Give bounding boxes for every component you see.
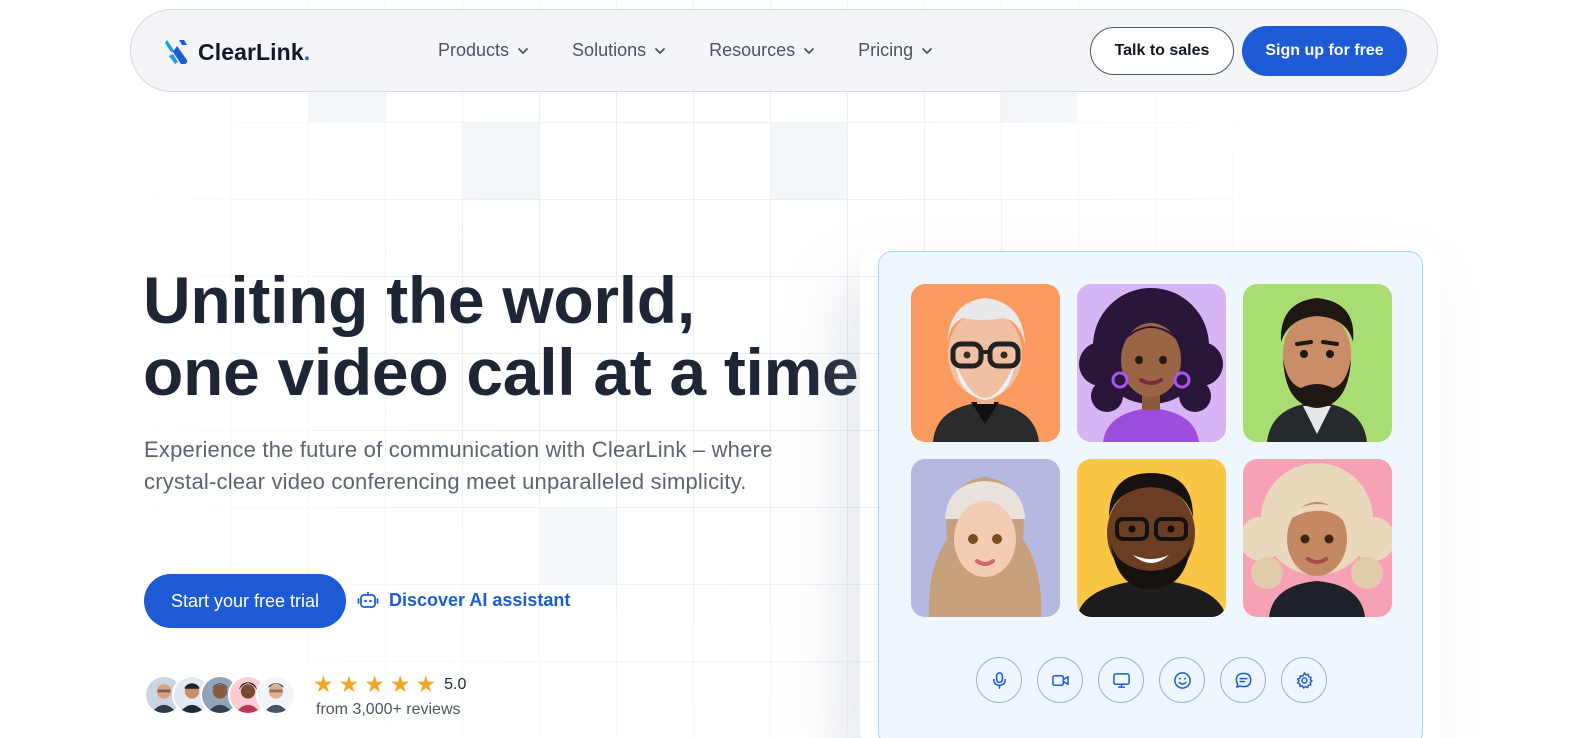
video-camera-icon	[1051, 674, 1069, 686]
participant-avatar	[1243, 284, 1392, 442]
menu-label: Resources	[709, 40, 796, 60]
emoji-icon	[1173, 671, 1191, 689]
reviewer-avatars	[144, 675, 296, 715]
menu-solutions[interactable]: Solutions	[572, 40, 666, 61]
clearlink-logo-icon	[165, 40, 188, 64]
hero-description: Experience the future of communication w…	[144, 437, 773, 494]
sign-up-button[interactable]: Sign up for free	[1242, 26, 1407, 76]
participant-avatar	[1243, 459, 1392, 617]
emoji-button[interactable]	[1159, 657, 1205, 703]
avatar	[256, 675, 296, 715]
star-icon: ★	[389, 671, 411, 697]
rating-value: 5.0	[444, 675, 467, 693]
menu-products[interactable]: Products	[438, 40, 529, 61]
microphone-icon	[992, 671, 1006, 689]
menu-resources[interactable]: Resources	[709, 40, 815, 61]
participant-tile[interactable]	[911, 459, 1060, 617]
brand-dot: .	[303, 38, 311, 65]
brand-logo[interactable]: ClearLink.	[163, 38, 310, 66]
talk-to-sales-button[interactable]: Talk to sales	[1090, 27, 1234, 75]
participant-tile[interactable]	[1243, 284, 1392, 442]
star-icon: ★	[313, 671, 334, 697]
star-icon: ★	[364, 671, 385, 697]
settings-icon	[1296, 671, 1313, 689]
ai-link-label: Discover AI assistant	[389, 589, 571, 610]
star-icon: ★	[415, 671, 437, 697]
participant-tile[interactable]	[1243, 459, 1392, 617]
grid-tile	[539, 507, 616, 584]
chevron-down-icon	[922, 47, 933, 54]
main-menu: Products Solutions Resources Pricing	[438, 40, 976, 61]
menu-label: Solutions	[572, 40, 647, 60]
hero-title-line-2: one video call at a time	[143, 335, 859, 409]
chevron-down-icon	[655, 47, 666, 54]
video-call-card	[878, 251, 1423, 738]
microphone-button[interactable]	[976, 657, 1022, 703]
hero-title-line-1: Uniting the world,	[143, 263, 695, 337]
settings-button[interactable]	[1281, 657, 1327, 703]
video-camera-button[interactable]	[1037, 657, 1083, 703]
chevron-down-icon	[518, 47, 528, 54]
chevron-down-icon	[804, 47, 815, 54]
discover-ai-assistant-link[interactable]: Discover AI assistant	[357, 589, 570, 611]
participant-tile[interactable]	[1077, 284, 1226, 442]
star-icon: ★	[338, 671, 360, 697]
menu-label: Products	[438, 40, 510, 60]
star-rating: ★ ★ ★ ★ ★ 5.0	[313, 673, 466, 696]
reviews-count: from 3,000+ reviews	[316, 701, 461, 718]
robot-icon	[357, 592, 379, 608]
menu-label: Pricing	[858, 40, 914, 60]
screen-share-button[interactable]	[1098, 657, 1144, 703]
hero-title: Uniting the world, one video call at a t…	[143, 263, 859, 409]
grid-tile	[770, 122, 847, 199]
top-navigation: ClearLink. Products Solutions Resources …	[130, 9, 1438, 92]
start-free-trial-button[interactable]: Start your free trial	[144, 574, 346, 628]
participant-avatar	[911, 284, 1060, 442]
chat-icon	[1235, 672, 1251, 688]
screen-share-icon	[1112, 672, 1130, 688]
participant-tile[interactable]	[911, 284, 1060, 442]
participant-avatar	[1077, 284, 1226, 442]
menu-pricing[interactable]: Pricing	[858, 40, 933, 61]
participant-avatar	[911, 459, 1060, 617]
participant-avatar	[1077, 459, 1226, 617]
grid-tile	[462, 122, 539, 199]
chat-button[interactable]	[1220, 657, 1266, 703]
participant-tile[interactable]	[1077, 459, 1226, 617]
brand-name: ClearLink	[198, 38, 304, 65]
